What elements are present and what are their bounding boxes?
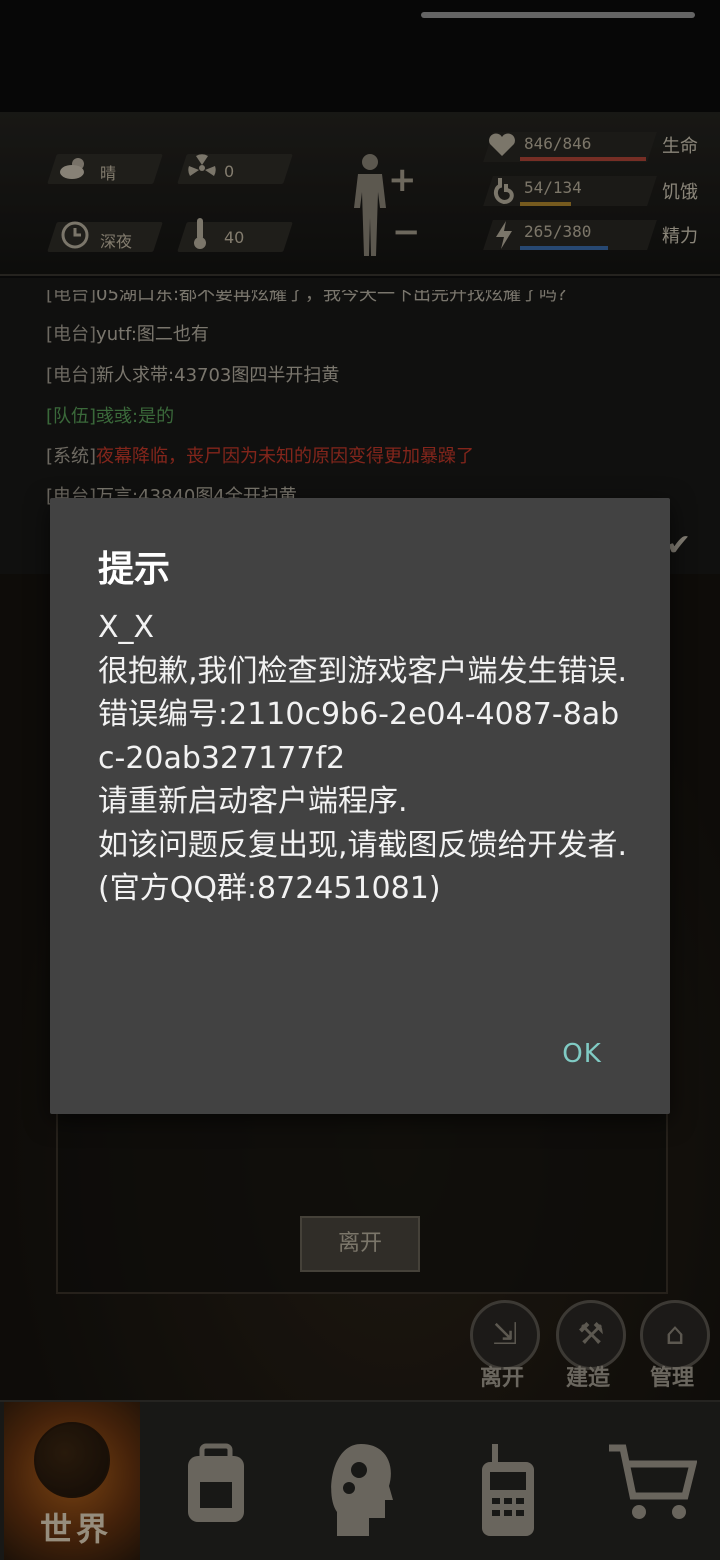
dialog-message: X_X 很抱歉,我们检查到游戏客户端发生错误. 错误编号:2110c9b6-2e… <box>98 610 628 906</box>
dialog-title: 提示 <box>98 549 171 590</box>
error-dialog: 提示 X_X 很抱歉,我们检查到游戏客户端发生错误. 错误编号:2110c9b6… <box>50 498 670 1114</box>
ok-button[interactable]: OK <box>544 1028 620 1080</box>
